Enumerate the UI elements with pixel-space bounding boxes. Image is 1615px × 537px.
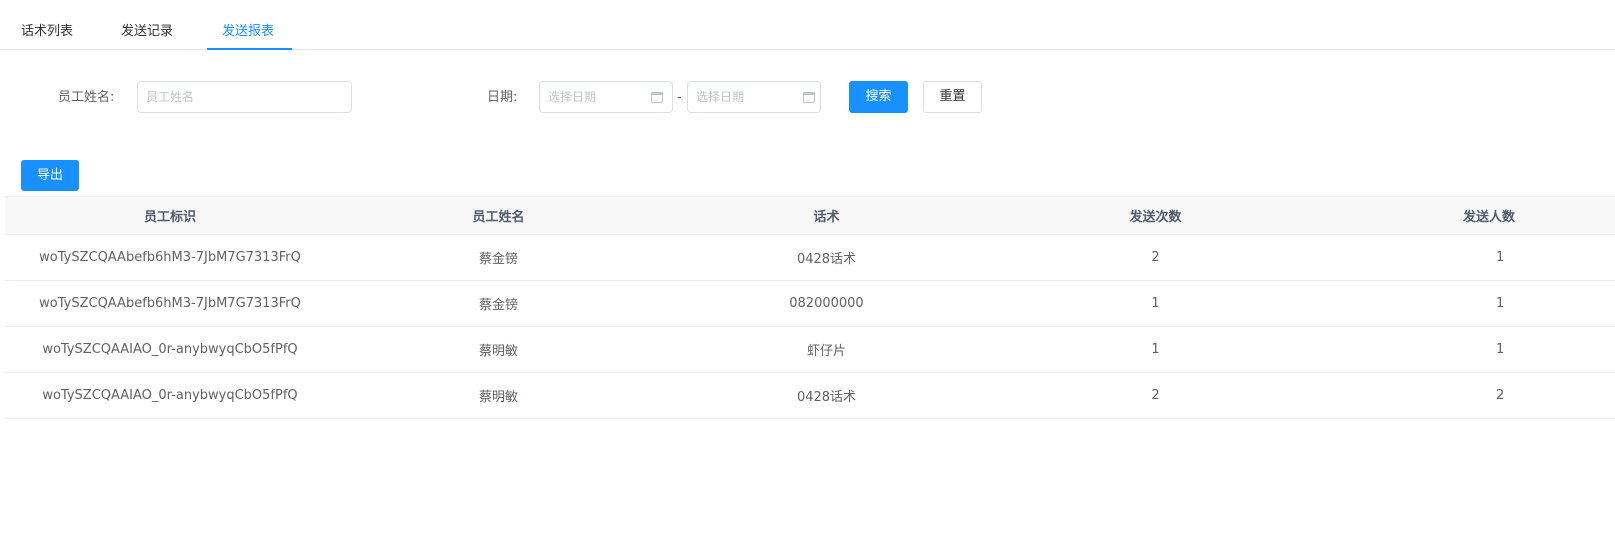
cell-script: 虾仔片 [806,344,846,359]
column-header-employee-id: 员工标识 [143,210,196,225]
column-header-script: 话术 [813,210,840,225]
cell-recipient-count: 1 [1496,250,1505,265]
tab-bar: 话术列表 发送记录 发送报表 [0,0,1615,50]
app-root: 话术列表 发送记录 发送报表 员工姓名: 日期: - 搜索 重置 导出 员工标识… [0,0,1615,537]
cell-recipient-count: 1 [1496,342,1505,357]
cell-script: 0428话术 [796,252,857,267]
active-tab-indicator [207,48,292,50]
tab-send-records[interactable]: 发送记录 [121,0,173,50]
table-row: woTySZCQAAIAO_0r-anybwyqCbO5fPfQ 蔡明敏 042… [5,373,1615,419]
cell-script: 0428话术 [796,390,857,405]
cell-employee-name: 蔡明敏 [478,344,518,359]
employee-name-input[interactable] [137,81,352,113]
cell-recipient-count: 1 [1496,296,1505,311]
reset-button[interactable]: 重置 [923,81,982,113]
report-table: 员工标识 员工姓名 话术 发送次数 发送人数 woTySZCQAAbefb6hM… [5,196,1615,419]
cell-send-count: 2 [1151,388,1160,403]
employee-name-label: 员工姓名: [58,90,115,105]
date-label: 日期: [487,90,518,105]
table-header-row: 员工标识 员工姓名 话术 发送次数 发送人数 [5,197,1615,235]
tab-send-report[interactable]: 发送报表 [222,0,274,50]
cell-send-count: 2 [1151,250,1160,265]
calendar-icon[interactable] [803,92,815,103]
cell-employee-name: 蔡明敏 [478,390,518,405]
cell-script: 082000000 [789,296,864,311]
calendar-icon[interactable] [651,92,663,103]
cell-employee-name: 蔡金镑 [478,298,518,313]
cell-employee-id: woTySZCQAAIAO_0r-anybwyqCbO5fPfQ [42,342,298,357]
table-row: woTySZCQAAIAO_0r-anybwyqCbO5fPfQ 蔡明敏 虾仔片… [5,327,1615,373]
cell-recipient-count: 2 [1496,388,1505,403]
column-header-recipient-count: 发送人数 [1463,210,1516,225]
cell-employee-id: woTySZCQAAbefb6hM3-7JbM7G7313FrQ [39,296,301,311]
cell-send-count: 1 [1151,296,1160,311]
tab-script-list[interactable]: 话术列表 [21,0,73,50]
end-date-input[interactable] [687,81,821,113]
cell-employee-id: woTySZCQAAbefb6hM3-7JbM7G7313FrQ [39,250,301,265]
column-header-send-count: 发送次数 [1129,210,1182,225]
date-range-separator: - [677,90,682,105]
search-button[interactable]: 搜索 [849,81,908,113]
cell-employee-id: woTySZCQAAIAO_0r-anybwyqCbO5fPfQ [42,388,298,403]
table-row: woTySZCQAAbefb6hM3-7JbM7G7313FrQ 蔡金镑 082… [5,281,1615,327]
export-button[interactable]: 导出 [21,160,79,191]
table-row: woTySZCQAAbefb6hM3-7JbM7G7313FrQ 蔡金镑 042… [5,235,1615,281]
cell-send-count: 1 [1151,342,1160,357]
column-header-employee-name: 员工姓名 [472,210,525,225]
cell-employee-name: 蔡金镑 [478,252,518,267]
